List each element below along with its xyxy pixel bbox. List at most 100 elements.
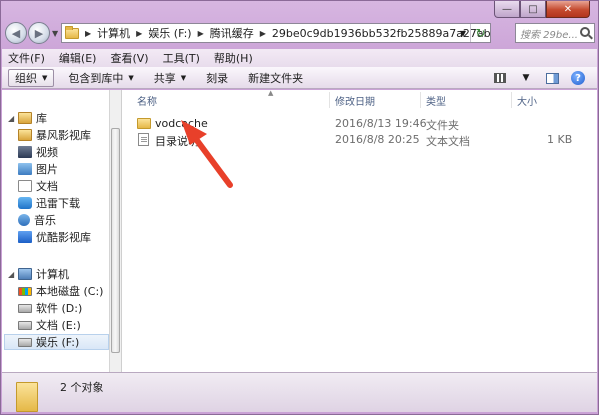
system-drive-icon xyxy=(18,286,32,296)
tree-item-libraries[interactable]: ◢ 库 xyxy=(2,110,47,126)
crumb-separator-icon[interactable]: ▶ xyxy=(85,29,91,38)
column-header-type[interactable]: 类型 xyxy=(426,93,446,108)
column-header-modified[interactable]: 修改日期 xyxy=(335,93,375,108)
column-header-name[interactable]: 名称 xyxy=(137,93,157,108)
tree-label: 计算机 xyxy=(36,268,69,281)
burn-button[interactable]: 刻录 xyxy=(200,69,234,87)
chevron-down-icon: ▼ xyxy=(128,73,134,82)
video-icon xyxy=(18,146,32,158)
recent-pages-dropdown[interactable]: ▼ xyxy=(52,29,58,38)
close-button[interactable]: ✕ xyxy=(546,1,590,18)
chevron-down-icon: ▼ xyxy=(522,73,530,83)
crumb-separator-icon[interactable]: ▶ xyxy=(260,29,266,38)
column-divider[interactable] xyxy=(329,92,330,108)
back-button[interactable]: ◀ xyxy=(5,22,27,44)
breadcrumb-computer[interactable]: 计算机 xyxy=(97,25,130,41)
navigation-scrollbar[interactable] xyxy=(110,90,122,372)
nav-buttons: ◀ ▶ ▼ xyxy=(5,22,58,44)
share-button[interactable]: 共享 ▼ xyxy=(148,69,192,87)
tree-label: 文档 xyxy=(36,180,58,193)
file-name: 目录说明 xyxy=(155,135,199,148)
tree-item-computer[interactable]: ◢ 计算机 xyxy=(2,266,69,282)
share-label: 共享 xyxy=(153,71,176,85)
view-dropdown-button[interactable]: ▼ xyxy=(517,70,535,86)
chevron-down-icon: ▼ xyxy=(42,73,48,82)
search-input[interactable]: 搜索 29be... xyxy=(515,23,595,43)
menu-edit[interactable]: 编辑(E) xyxy=(59,50,97,66)
file-row[interactable]: 目录说明 2016/8/8 20:25 文本文档 1 KB xyxy=(129,132,589,148)
tree-label: 迅雷下载 xyxy=(36,197,80,210)
content-area: ◢ 库 暴风影视库 视频 图片 文档 迅雷下载 音乐 优酷影视库 ◢ 计算机 本… xyxy=(2,89,597,372)
chevron-down-icon: ▼ xyxy=(180,73,187,82)
minimize-button[interactable]: — xyxy=(494,1,520,18)
command-bar: 组织 ▼ 包含到库中 ▼ 共享 ▼ 刻录 新建文件夹 ▼ ? xyxy=(2,67,597,89)
tree-item-youku[interactable]: 优酷影视库 xyxy=(18,229,91,245)
tree-item-music[interactable]: 音乐 xyxy=(18,212,56,228)
drive-icon xyxy=(18,303,32,313)
address-dropdown-icon[interactable]: ▼ xyxy=(456,29,470,38)
refresh-icon: ↻ xyxy=(475,26,486,40)
tree-item-xunlei[interactable]: 迅雷下载 xyxy=(18,195,80,211)
address-bar[interactable]: ▶ 计算机 ▶ 娱乐 (F:) ▶ 腾讯缓存 ▶ 29be0c9db1936bb… xyxy=(61,23,491,43)
crumb-separator-icon[interactable]: ▶ xyxy=(136,29,142,38)
include-in-library-button[interactable]: 包含到库中 ▼ xyxy=(62,69,139,87)
view-controls: ▼ ? xyxy=(483,70,587,86)
new-folder-button[interactable]: 新建文件夹 xyxy=(242,69,309,87)
youku-library-icon xyxy=(18,231,32,243)
column-header-size[interactable]: 大小 xyxy=(517,93,537,108)
file-modified: 2016/8/13 19:46 xyxy=(335,117,427,130)
expanded-arrow-icon[interactable]: ◢ xyxy=(8,270,18,279)
computer-icon xyxy=(18,268,32,280)
scrollbar-thumb[interactable] xyxy=(111,128,120,353)
help-button[interactable]: ? xyxy=(569,70,587,86)
column-divider[interactable] xyxy=(420,92,421,108)
breadcrumb-tencent-cache[interactable]: 腾讯缓存 xyxy=(210,25,254,41)
forward-arrow-icon: ▶ xyxy=(34,26,44,40)
refresh-button[interactable]: ↻ xyxy=(470,24,490,42)
change-view-button[interactable] xyxy=(491,70,509,86)
maximize-button[interactable]: □ xyxy=(520,1,546,18)
file-row[interactable]: vodcache 2016/8/13 19:46 文件夹 xyxy=(129,116,589,132)
picture-icon xyxy=(18,163,32,175)
download-icon xyxy=(18,197,32,209)
tree-item-videos[interactable]: 视频 xyxy=(18,144,58,160)
tree-item-pictures[interactable]: 图片 xyxy=(18,161,58,177)
search-placeholder: 搜索 29be... xyxy=(520,29,578,41)
column-divider[interactable] xyxy=(511,92,512,108)
details-pane: 2 个对象 xyxy=(2,372,597,412)
tree-label: 文档 (E:) xyxy=(36,319,81,332)
preview-pane-button[interactable] xyxy=(543,70,561,86)
search-icon[interactable] xyxy=(580,27,590,37)
menu-tools[interactable]: 工具(T) xyxy=(163,50,200,66)
expanded-arrow-icon[interactable]: ◢ xyxy=(8,114,18,123)
preview-pane-icon xyxy=(545,72,559,84)
menu-file[interactable]: 文件(F) xyxy=(8,50,45,66)
video-library-icon xyxy=(18,129,32,141)
organize-label: 组织 xyxy=(15,71,37,85)
tree-label: 视频 xyxy=(36,146,58,159)
folder-icon xyxy=(137,118,151,129)
breadcrumb-drive-f[interactable]: 娱乐 (F:) xyxy=(148,25,191,41)
forward-button[interactable]: ▶ xyxy=(28,22,50,44)
tree-item-drive-d[interactable]: 软件 (D:) xyxy=(18,300,82,316)
music-icon xyxy=(18,214,30,226)
tree-label: 娱乐 (F:) xyxy=(36,336,80,349)
menu-view[interactable]: 查看(V) xyxy=(110,50,148,66)
tree-item-drive-c[interactable]: 本地磁盘 (C:) xyxy=(18,283,103,299)
tree-item-drive-e[interactable]: 文档 (E:) xyxy=(18,317,81,333)
back-arrow-icon: ◀ xyxy=(11,26,21,40)
sort-indicator-icon: ▲ xyxy=(268,89,274,97)
menu-help[interactable]: 帮助(H) xyxy=(214,50,253,66)
library-icon xyxy=(18,112,32,124)
crumb-separator-icon[interactable]: ▶ xyxy=(198,29,204,38)
folder-icon xyxy=(16,381,38,412)
tree-item-baofeng[interactable]: 暴风影视库 xyxy=(18,127,91,143)
file-type: 文件夹 xyxy=(426,119,459,132)
organize-button[interactable]: 组织 ▼ xyxy=(8,68,55,87)
tree-item-documents[interactable]: 文档 xyxy=(18,178,58,194)
file-list: ▲ 名称 修改日期 类型 大小 vodcache 2016/8/13 19:46… xyxy=(123,89,597,372)
tree-item-drive-f[interactable]: 娱乐 (F:) xyxy=(4,334,109,350)
file-name: vodcache xyxy=(155,117,208,130)
tree-label: 库 xyxy=(36,112,47,125)
file-type: 文本文档 xyxy=(426,135,470,148)
